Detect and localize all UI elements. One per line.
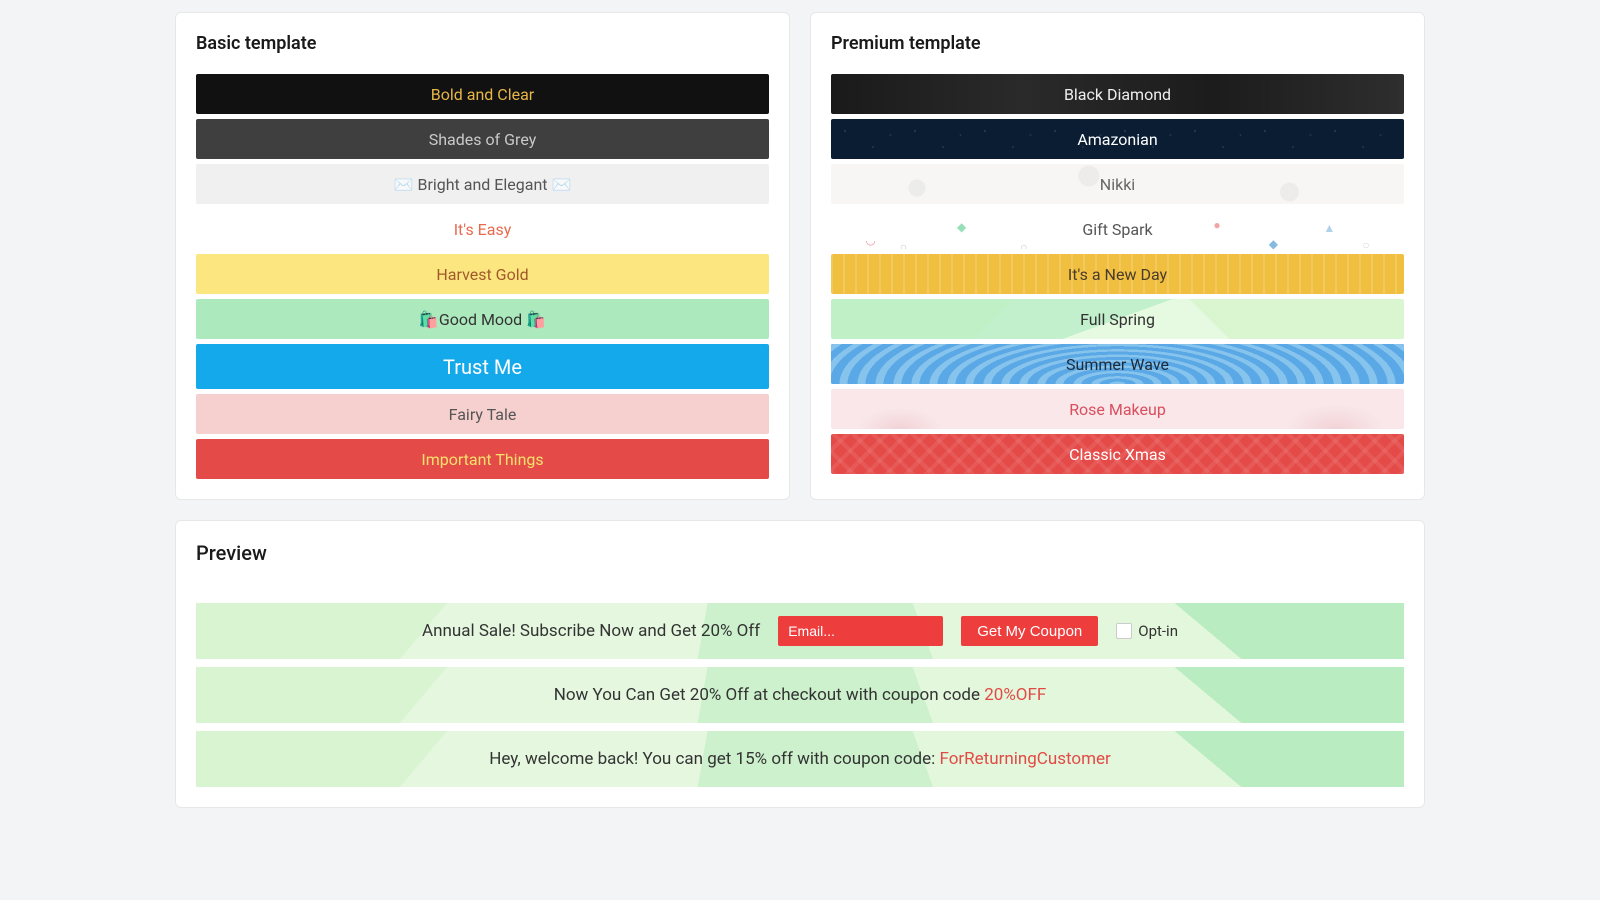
- template-label: Trust Me: [443, 355, 522, 379]
- template-bold-and-clear[interactable]: Bold and Clear: [196, 74, 769, 114]
- template-trust-me[interactable]: Trust Me: [196, 344, 769, 389]
- confetti-icon: ◆: [957, 220, 966, 234]
- template-rose-makeup[interactable]: Rose Makeup: [831, 389, 1404, 429]
- template-good-mood[interactable]: 🛍️ Good Mood 🛍️: [196, 299, 769, 339]
- preview-bar-text: Now You Can Get 20% Off at checkout with…: [554, 685, 1047, 705]
- checkbox-icon: [1116, 623, 1132, 639]
- template-fairy-tale[interactable]: Fairy Tale: [196, 394, 769, 434]
- confetti-icon: ○: [1020, 240, 1027, 249]
- preview-bar-coupon: Now You Can Get 20% Off at checkout with…: [196, 667, 1404, 723]
- optin-checkbox-wrap[interactable]: Opt-in: [1116, 622, 1178, 640]
- preview-bar-returning: Hey, welcome back! You can get 15% off w…: [196, 731, 1404, 787]
- confetti-icon: ◆: [1269, 237, 1278, 249]
- template-summer-wave[interactable]: Summer Wave: [831, 344, 1404, 384]
- shopping-bags-icon: 🛍️: [526, 310, 546, 329]
- template-label: Bright and Elegant: [417, 175, 547, 194]
- confetti-icon: ◡: [865, 233, 875, 247]
- template-its-a-new-day[interactable]: It's a New Day: [831, 254, 1404, 294]
- template-full-spring[interactable]: Full Spring: [831, 299, 1404, 339]
- template-label: Nikki: [1100, 175, 1135, 194]
- template-important-things[interactable]: Important Things: [196, 439, 769, 479]
- template-label: Good Mood: [439, 310, 522, 329]
- preview-bar-text: Hey, welcome back! You can get 15% off w…: [489, 749, 1111, 769]
- email-input[interactable]: [778, 616, 943, 646]
- optin-label: Opt-in: [1138, 622, 1178, 640]
- template-label: It's Easy: [454, 220, 512, 239]
- template-nikki[interactable]: Nikki: [831, 164, 1404, 204]
- envelope-icon: ✉️: [394, 175, 414, 194]
- basic-template-card: Basic template Bold and Clear Shades of …: [175, 12, 790, 500]
- template-bright-and-elegant[interactable]: ✉️ Bright and Elegant ✉️: [196, 164, 769, 204]
- preview-bar-prefix: Hey, welcome back! You can get 15% off w…: [489, 749, 939, 769]
- template-amazonian[interactable]: Amazonian: [831, 119, 1404, 159]
- coupon-code: ForReturningCustomer: [939, 749, 1110, 769]
- preview-bar-subscribe: Annual Sale! Subscribe Now and Get 20% O…: [196, 603, 1404, 659]
- template-label: Gift Spark: [1082, 220, 1152, 239]
- shopping-bags-icon: 🛍️: [419, 310, 439, 329]
- template-gift-spark[interactable]: ◡ ○ ◆ ○ ● ◆ ▲ ○ Gift Spark: [831, 209, 1404, 249]
- confetti-icon: ▲: [1323, 221, 1335, 235]
- premium-template-title: Premium template: [831, 33, 1404, 54]
- get-coupon-button[interactable]: Get My Coupon: [961, 616, 1098, 646]
- confetti-icon: ●: [1213, 218, 1220, 232]
- template-harvest-gold[interactable]: Harvest Gold: [196, 254, 769, 294]
- premium-template-card: Premium template Black Diamond Amazonian…: [810, 12, 1425, 500]
- template-label: Amazonian: [1077, 130, 1157, 149]
- template-label: Harvest Gold: [436, 265, 528, 284]
- template-label: Rose Makeup: [1069, 400, 1166, 419]
- template-label: Bold and Clear: [431, 85, 534, 104]
- template-label: Classic Xmas: [1069, 445, 1166, 464]
- preview-card: Preview Annual Sale! Subscribe Now and G…: [175, 520, 1425, 808]
- preview-title: Preview: [196, 541, 1404, 565]
- template-black-diamond[interactable]: Black Diamond: [831, 74, 1404, 114]
- template-label: Summer Wave: [1066, 355, 1169, 374]
- template-label: Shades of Grey: [429, 130, 537, 149]
- coupon-code: 20%OFF: [984, 685, 1046, 705]
- basic-template-title: Basic template: [196, 33, 769, 54]
- template-label: Black Diamond: [1064, 85, 1171, 104]
- preview-bar-text: Annual Sale! Subscribe Now and Get 20% O…: [422, 621, 760, 641]
- confetti-icon: ○: [1362, 238, 1369, 249]
- template-label: Fairy Tale: [449, 405, 517, 424]
- template-label: It's a New Day: [1068, 265, 1167, 284]
- confetti-icon: ○: [900, 240, 907, 249]
- template-label: Important Things: [421, 450, 543, 469]
- template-classic-xmas[interactable]: Classic Xmas: [831, 434, 1404, 474]
- envelope-icon: ✉️: [551, 175, 571, 194]
- template-its-easy[interactable]: It's Easy: [196, 209, 769, 249]
- template-shades-of-grey[interactable]: Shades of Grey: [196, 119, 769, 159]
- preview-bar-prefix: Now You Can Get 20% Off at checkout with…: [554, 685, 985, 705]
- template-label: Full Spring: [1080, 310, 1155, 329]
